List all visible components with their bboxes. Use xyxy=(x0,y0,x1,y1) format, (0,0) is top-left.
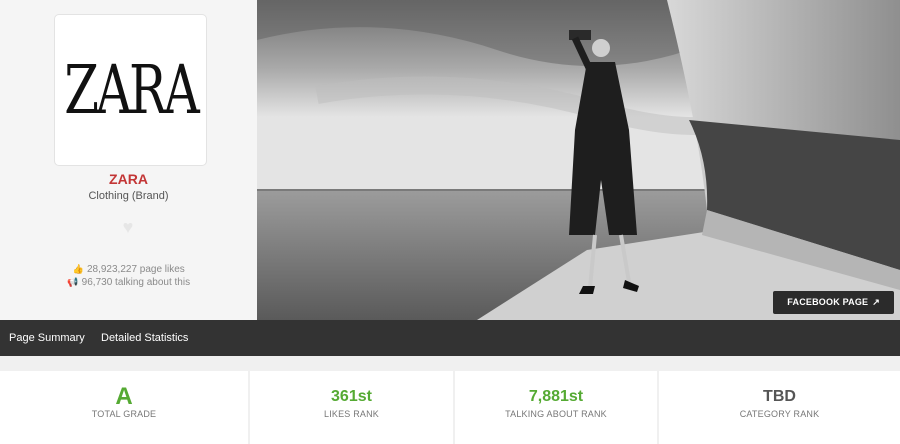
brand-name[interactable]: ZARA xyxy=(0,171,257,187)
page-likes: 👍 28,923,227 page likes xyxy=(0,264,257,275)
logo-wordmark: ZARA xyxy=(64,50,200,130)
category-rank-label: CATEGORY RANK xyxy=(739,409,820,419)
cover-photo-image xyxy=(257,0,900,320)
talking-about-rank-card: 7,881st TALKING ABOUT RANK xyxy=(455,371,657,444)
navbar: Page Summary Detailed Statistics xyxy=(0,320,900,356)
megaphone-icon: 📢 xyxy=(67,277,79,287)
tab-detailed-statistics[interactable]: Detailed Statistics xyxy=(101,320,188,356)
total-grade-card: A TOTAL GRADE xyxy=(0,371,248,444)
likes-rank-card: 361st LIKES RANK xyxy=(250,371,453,444)
total-grade-value: A xyxy=(115,383,133,410)
page: ZARA ZARA Clothing (Brand) ♥ 👍 28,923,22… xyxy=(0,0,900,444)
talking-about-rank-label: TALKING ABOUT RANK xyxy=(505,409,607,419)
brand-category: Clothing (Brand) xyxy=(88,190,169,202)
likes-rank-value: 361st xyxy=(331,388,372,405)
total-grade-label: TOTAL GRADE xyxy=(91,409,157,419)
talking-about-text: 96,730 talking about this xyxy=(81,277,191,288)
likes-rank-label: LIKES RANK xyxy=(323,409,380,419)
category-rank-value: TBD xyxy=(763,388,796,405)
heart-icon[interactable]: ♥ xyxy=(118,217,138,237)
talking-about: 📢 96,730 talking about this xyxy=(0,277,257,288)
external-link-icon: ↗ xyxy=(872,297,880,307)
facebook-page-label: FACEBOOK PAGE xyxy=(787,297,869,307)
category-rank-card: TBD CATEGORY RANK xyxy=(659,371,900,444)
profile-panel: ZARA ZARA Clothing (Brand) ♥ 👍 28,923,22… xyxy=(0,0,257,320)
brand-logo: ZARA xyxy=(54,14,207,166)
facebook-page-button[interactable]: FACEBOOK PAGE ↗ xyxy=(773,291,894,314)
talking-about-rank-value: 7,881st xyxy=(528,388,584,405)
stats-row: A TOTAL GRADE 361st LIKES RANK 7,881st T… xyxy=(0,356,900,444)
tab-page-summary[interactable]: Page Summary xyxy=(9,320,85,356)
cover-photo: FACEBOOK PAGE ↗ xyxy=(257,0,900,320)
thumbs-up-icon: 👍 xyxy=(72,264,84,274)
page-likes-text: 28,923,227 page likes xyxy=(86,264,185,275)
